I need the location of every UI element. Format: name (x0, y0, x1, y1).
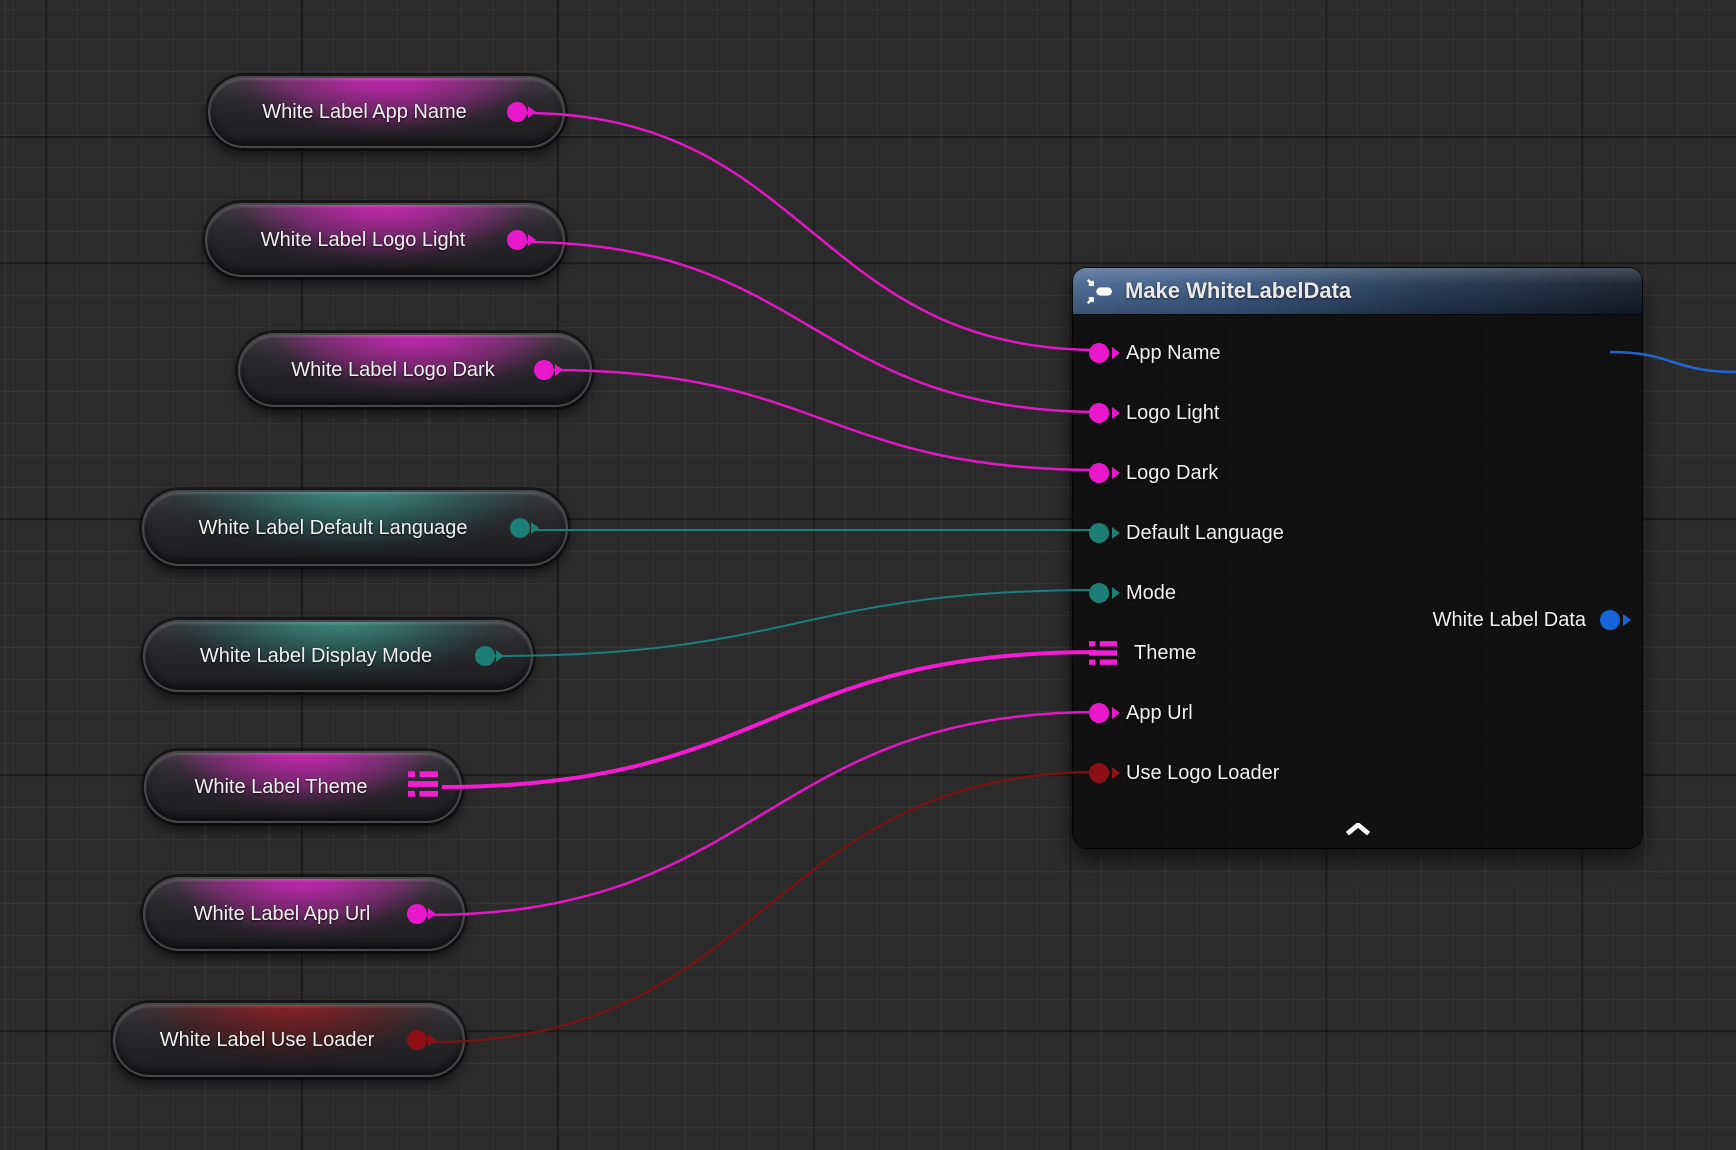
chevron-up-icon (1345, 823, 1371, 835)
input-pin-default-language[interactable] (1089, 523, 1109, 543)
struct-pin-theme[interactable] (408, 771, 438, 803)
getter-label: White Label Theme (194, 776, 367, 799)
output-pin-app-name[interactable] (507, 102, 527, 122)
getter-label: White Label Use Loader (160, 1029, 375, 1052)
output-pin-default-language[interactable] (510, 518, 530, 538)
getter-node-white-label-logo-dark[interactable]: White Label Logo Dark (238, 333, 592, 407)
getter-node-white-label-display-mode[interactable]: White Label Display Mode (143, 620, 533, 692)
input-row-app-name: App Name (1073, 323, 1642, 383)
output-pin-logo-dark[interactable] (534, 360, 554, 380)
input-pin-app-url[interactable] (1089, 703, 1109, 723)
getter-node-white-label-app-url[interactable]: White Label App Url (143, 877, 465, 951)
struct-grid-icon (1089, 641, 1117, 665)
node-title-bar[interactable]: Make WhiteLabelData (1073, 268, 1642, 315)
output-pin-white-label-data[interactable] (1600, 610, 1620, 630)
make-whitelabeldata-node[interactable]: Make WhiteLabelData App Name Logo Light … (1073, 268, 1642, 848)
getter-node-white-label-use-loader[interactable]: White Label Use Loader (113, 1003, 465, 1077)
getter-label: White Label Logo Light (261, 229, 466, 252)
input-pin-mode[interactable] (1089, 583, 1109, 603)
wire-mode[interactable] (495, 590, 1100, 656)
output-row-white-label-data: White Label Data (1433, 590, 1620, 650)
wire-app-name[interactable] (523, 113, 1100, 350)
input-row-logo-light: Logo Light (1073, 383, 1642, 443)
input-row-app-url: App Url (1073, 683, 1642, 743)
getter-label: White Label Logo Dark (291, 359, 494, 382)
input-pin-theme[interactable] (1089, 641, 1117, 665)
input-row-default-language: Default Language (1073, 503, 1642, 563)
wire-theme[interactable] (442, 652, 1096, 787)
getter-label: White Label App Url (194, 903, 371, 926)
collapse-chevron-button[interactable] (1338, 818, 1378, 840)
node-title: Make WhiteLabelData (1125, 278, 1351, 304)
getter-label: White Label Default Language (198, 517, 467, 540)
getter-node-white-label-theme[interactable]: White Label Theme (144, 751, 462, 823)
wire-logo-light[interactable] (522, 242, 1100, 412)
output-pin-display-mode[interactable] (475, 646, 495, 666)
getter-node-white-label-logo-light[interactable]: White Label Logo Light (205, 203, 565, 277)
getter-node-white-label-default-language[interactable]: White Label Default Language (142, 490, 568, 566)
wire-use-logo-loader[interactable] (433, 772, 1100, 1042)
struct-grid-icon (408, 771, 438, 797)
input-row-use-logo-loader: Use Logo Loader (1073, 743, 1642, 803)
getter-label: White Label App Name (262, 101, 467, 124)
input-pin-use-logo-loader[interactable] (1089, 763, 1109, 783)
input-pin-logo-dark[interactable] (1089, 463, 1109, 483)
output-pin-logo-light[interactable] (507, 230, 527, 250)
graph-canvas[interactable]: White Label App Name White Label Logo Li… (0, 0, 1736, 1150)
getter-node-white-label-app-name[interactable]: White Label App Name (208, 76, 565, 148)
getter-label: White Label Display Mode (200, 645, 432, 668)
input-pin-app-name[interactable] (1089, 343, 1109, 363)
input-row-logo-dark: Logo Dark (1073, 443, 1642, 503)
output-pin-use-loader[interactable] (407, 1030, 427, 1050)
output-pin-app-url[interactable] (407, 904, 427, 924)
input-pin-list: App Name Logo Light Logo Dark Default La… (1073, 323, 1642, 803)
input-pin-logo-light[interactable] (1089, 403, 1109, 423)
wire-logo-dark[interactable] (550, 370, 1100, 470)
wire-app-url[interactable] (427, 712, 1100, 915)
make-struct-icon (1087, 279, 1114, 304)
